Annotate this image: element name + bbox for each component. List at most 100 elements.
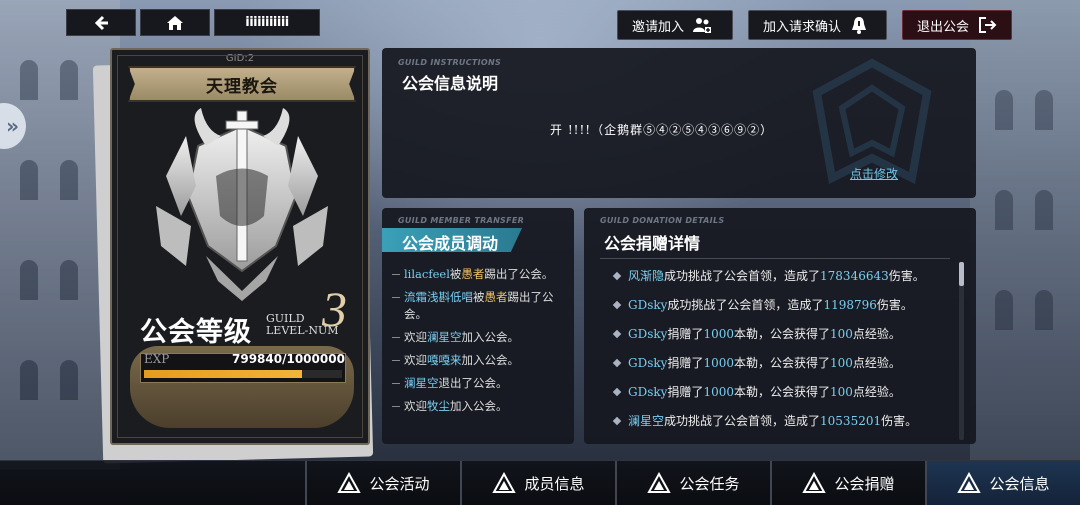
instructions-tag: GUILD INSTRUCTIONS [398, 58, 502, 67]
damage-value: 1198796 [823, 298, 877, 312]
list-item: 风渐隐成功挑战了公会首领，造成了178346643伤害。 [612, 268, 952, 284]
guild-id: GID:2 [225, 53, 255, 64]
guild-name: 天理教会 [128, 66, 356, 102]
tab-label: 成员信息 [524, 475, 585, 493]
tab-label: 公会任务 [679, 475, 740, 493]
add-member-icon [693, 18, 712, 33]
home-icon [167, 15, 183, 30]
double-chevron-icon: » [6, 114, 19, 138]
guild-emblem-icon [957, 471, 982, 493]
donation-title: 公会捐赠详情 [604, 234, 701, 253]
guild-instructions-panel: GUILD INSTRUCTIONS 公会信息说明 开 !!!!（企鹅群⑤④②⑤… [382, 48, 976, 198]
donation-text: 点经验。 [852, 327, 901, 341]
guild-actions: 邀请加入 加入请求确认 退出公会 [617, 10, 1012, 40]
tab-guild-activity[interactable]: 公会活动 [305, 461, 460, 505]
list-item: 澜星空成功挑战了公会首领，造成了10535201伤害。 [612, 413, 952, 429]
guild-level-label: 公会等级 [140, 317, 252, 348]
list-item: GDsky捐赠了1000本勒，公会获得了100点经验。 [612, 355, 952, 371]
back-arrow-icon [94, 15, 108, 30]
list-item: 流霜浅斟低唱被愚者踢出了公会。 [392, 289, 570, 323]
quit-guild-button[interactable]: 退出公会 [902, 10, 1012, 40]
transfer-text: 加入公会。 [461, 330, 520, 344]
tab-guild-donation[interactable]: 公会捐赠 [770, 461, 925, 505]
donation-amount: 1000 [703, 327, 734, 341]
exp-gained: 100 [830, 327, 853, 341]
donation-text: 伤害。 [881, 414, 918, 428]
quit-label: 退出公会 [917, 19, 970, 35]
exit-icon [979, 17, 997, 33]
transfer-text: 被 [473, 290, 485, 304]
member-name: GDsky [628, 327, 668, 341]
list-item: GDsky成功挑战了公会首领，造成了1198796伤害。 [612, 297, 952, 313]
donation-text: 本勒，公会获得了 [733, 327, 830, 341]
guild-emblem-icon [337, 471, 362, 493]
tab-member-info[interactable]: 成员信息 [460, 461, 615, 505]
transfer-text: 加入公会。 [450, 399, 508, 413]
invite-button[interactable]: 邀请加入 [617, 10, 733, 40]
back-button[interactable] [66, 9, 136, 36]
donation-text: 成功挑战了公会首领，造成了 [667, 298, 824, 312]
list-item: 澜星空退出了公会。 [392, 375, 570, 392]
donation-text: 点经验。 [852, 356, 901, 370]
donation-text: 捐赠了 [667, 356, 704, 370]
list-item: 欢迎牧尘加入公会。 [392, 398, 570, 415]
divider [600, 258, 950, 259]
scrollbar-thumb[interactable] [959, 262, 964, 286]
edit-instructions-link[interactable]: 点击修改 [850, 165, 898, 182]
member-name: 流霜浅斟低唱 [404, 290, 473, 304]
exp-value: 799840/1000000 [232, 352, 345, 366]
tab-guild-info[interactable]: 公会信息 [925, 461, 1080, 505]
background-building-right [970, 0, 1080, 470]
exp-progress-bar [144, 370, 342, 378]
exp-label: EXP [144, 352, 170, 366]
guild-card: GID:2 天理教会 公会等级 GUILD LEVEL-NUM 3 EXP 799… [110, 48, 370, 445]
donation-text: 本勒，公会获得了 [733, 385, 830, 399]
member-name: 澜星空 [427, 330, 462, 344]
guild-level: 公会等级 GUILD LEVEL-NUM 3 [134, 281, 356, 350]
member-name: GDsky [628, 356, 668, 370]
donation-tag: GUILD DONATION DETAILS [600, 216, 725, 225]
member-name: GDsky [628, 298, 668, 312]
instructions-title: 公会信息说明 [402, 74, 499, 93]
tab-guild-tasks[interactable]: 公会任务 [615, 461, 770, 505]
officer-name: 愚者 [461, 267, 485, 281]
member-name: 嘎嘎来 [427, 353, 462, 367]
join-request-label: 加入请求确认 [763, 19, 842, 35]
guild-emblem-icon [492, 471, 517, 493]
tab-label: 公会活动 [369, 475, 430, 493]
donation-text: 伤害。 [876, 298, 913, 312]
damage-value: 178346643 [820, 269, 889, 283]
transfer-text: 加入公会。 [461, 353, 520, 367]
member-name: 风渐隐 [628, 269, 665, 283]
invite-label: 邀请加入 [632, 19, 685, 35]
donation-scrollbar[interactable] [959, 262, 964, 440]
donation-details-panel: GUILD DONATION DETAILS 公会捐赠详情 风渐隐成功挑战了公会… [584, 208, 976, 444]
donation-text: 伤害。 [888, 269, 925, 283]
list-item: 欢迎澜星空加入公会。 [392, 329, 570, 346]
list-item: lilacfeel被愚者踢出了公会。 [392, 266, 570, 283]
donation-amount: 1000 [703, 356, 734, 370]
donation-text: 成功挑战了公会首领，造成了 [664, 269, 821, 283]
transfer-tag: GUILD MEMBER TRANSFER [398, 216, 525, 225]
guild-crest-emblem [156, 108, 328, 301]
transfer-list: lilacfeel被愚者踢出了公会。 流霜浅斟低唱被愚者踢出了公会。 欢迎澜星空… [392, 266, 570, 421]
donation-text: 捐赠了 [667, 385, 704, 399]
transfer-text: 踢出了公会。 [484, 267, 554, 281]
member-name: 澜星空 [404, 376, 439, 390]
guild-level-number: 3 [322, 281, 347, 337]
home-button[interactable] [140, 9, 210, 36]
exp-progress-fill [144, 370, 303, 378]
exp-gained: 100 [830, 356, 853, 370]
list-item: GDsky捐赠了1000本勒，公会获得了100点经验。 [612, 326, 952, 342]
donation-amount: 1000 [703, 385, 734, 399]
donation-list: 风渐隐成功挑战了公会首领，造成了178346643伤害。 GDsky成功挑战了公… [612, 268, 952, 442]
donation-text: 点经验。 [852, 385, 901, 399]
damage-value: 10535201 [820, 414, 882, 428]
bottom-navigation: 公会活动 成员信息 公会任务 公会捐赠 公会信息 [0, 460, 1080, 505]
member-transfer-panel: GUILD MEMBER TRANSFER 公会成员调动 lilacfeel被愚… [382, 208, 574, 444]
top-navigation: iiiiiiiiiii [66, 9, 320, 36]
join-request-confirm-button[interactable]: 加入请求确认 [748, 10, 887, 40]
donation-text: 本勒，公会获得了 [733, 356, 830, 370]
member-name: GDsky [628, 385, 668, 399]
donation-text: 成功挑战了公会首领，造成了 [664, 414, 821, 428]
